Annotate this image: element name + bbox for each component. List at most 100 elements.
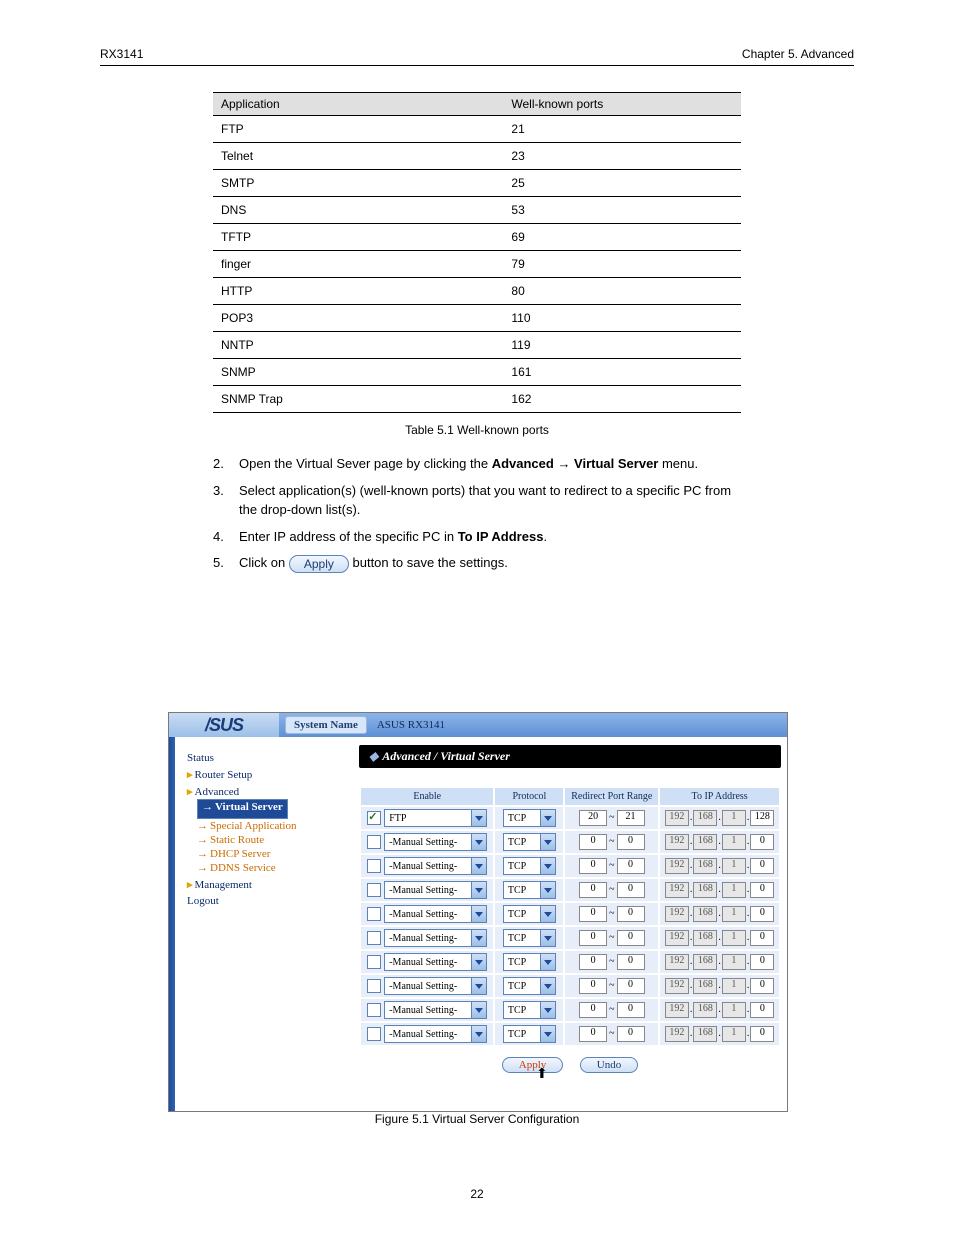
ip-octet-3: 1 [722,882,746,898]
router-screenshot: /SUS System Name ASUS RX3141 Status ▸Rou… [168,712,788,1112]
ip-octet-4[interactable]: 0 [750,834,774,850]
port-from-input[interactable]: 0 [579,978,607,994]
port-to-input[interactable]: 0 [617,954,645,970]
protocol-select[interactable]: TCP [503,929,556,947]
nav-virtual-server[interactable]: →Virtual Server [197,799,288,819]
port-from-input[interactable]: 0 [579,882,607,898]
enable-checkbox[interactable] [367,811,381,825]
nav-management[interactable]: ▸Management [187,877,343,892]
table-row: -Manual Setting-TCP0~0192.168.1.0 [361,975,779,997]
col-application: Application [213,93,503,116]
application-select[interactable]: -Manual Setting- [384,905,487,923]
nav-advanced[interactable]: ▸Advanced [187,784,343,799]
enable-checkbox[interactable] [367,883,381,897]
ip-octet-4[interactable]: 0 [750,906,774,922]
application-select[interactable]: FTP [384,809,487,827]
nav-router-setup[interactable]: ▸Router Setup [187,767,343,782]
ip-octet-4[interactable]: 0 [750,1026,774,1042]
virtual-server-grid: Enable Protocol Redirect Port Range To I… [359,786,781,1047]
nav-ddns-service[interactable]: →DDNS Service [197,861,343,875]
apply-button[interactable]: Apply [502,1057,564,1073]
chapter-title: Chapter 5. Advanced [742,47,854,61]
tilde: ~ [607,884,616,895]
port-to-input[interactable]: 0 [617,1002,645,1018]
port-to-input[interactable]: 0 [617,882,645,898]
apply-button-image: Apply [289,555,349,574]
protocol-select[interactable]: TCP [503,857,556,875]
table-row: -Manual Setting-TCP0~0192.168.1.0 [361,855,779,877]
nav-status[interactable]: Status [187,751,343,765]
ip-octet-3: 1 [722,930,746,946]
tilde: ~ [607,836,616,847]
app-cell: SNMP [213,359,503,386]
ip-octet-4[interactable]: 0 [750,1002,774,1018]
protocol-select[interactable]: TCP [503,953,556,971]
enable-checkbox[interactable] [367,979,381,993]
port-to-input[interactable]: 0 [617,834,645,850]
table-row: -Manual Setting-TCP0~0192.168.1.0 [361,999,779,1021]
port-to-input[interactable]: 0 [617,906,645,922]
enable-checkbox[interactable] [367,1027,381,1041]
application-select[interactable]: -Manual Setting- [384,1025,487,1043]
protocol-select[interactable]: TCP [503,977,556,995]
application-select[interactable]: -Manual Setting- [384,833,487,851]
table-row: -Manual Setting-TCP0~0192.168.1.0 [361,903,779,925]
chevron-down-icon [471,858,486,874]
port-to-input[interactable]: 0 [617,978,645,994]
ip-octet-1: 192 [665,954,689,970]
protocol-select[interactable]: TCP [503,1001,556,1019]
protocol-select[interactable]: TCP [503,881,556,899]
application-select[interactable]: -Manual Setting- [384,1001,487,1019]
enable-checkbox[interactable] [367,907,381,921]
table-row: -Manual Setting-TCP0~0192.168.1.0 [361,879,779,901]
port-from-input[interactable]: 0 [579,906,607,922]
port-from-input[interactable]: 20 [579,810,607,826]
port-to-input[interactable]: 0 [617,1026,645,1042]
port-from-input[interactable]: 0 [579,954,607,970]
protocol-select[interactable]: TCP [503,833,556,851]
chevron-down-icon [540,906,555,922]
enable-checkbox[interactable] [367,859,381,873]
enable-checkbox[interactable] [367,835,381,849]
ip-octet-4[interactable]: 0 [750,882,774,898]
page-number: 22 [0,1187,954,1201]
step-number: 3. [213,482,239,520]
port-from-input[interactable]: 0 [579,1002,607,1018]
application-select[interactable]: -Manual Setting- [384,953,487,971]
port-cell: 110 [503,305,741,332]
col-to-ip: To IP Address [660,788,779,805]
ip-octet-4[interactable]: 0 [750,858,774,874]
chevron-down-icon [471,810,486,826]
nav-static-route[interactable]: →Static Route [197,833,343,847]
application-select[interactable]: -Manual Setting- [384,977,487,995]
application-select[interactable]: -Manual Setting- [384,929,487,947]
ip-octet-2: 168 [693,810,717,826]
nav-special-application[interactable]: →Special Application [197,819,343,833]
protocol-select[interactable]: TCP [503,809,556,827]
port-from-input[interactable]: 0 [579,834,607,850]
protocol-select[interactable]: TCP [503,905,556,923]
nav-logout[interactable]: Logout [187,894,343,908]
nav-dhcp-server[interactable]: →DHCP Server [197,847,343,861]
port-to-input[interactable]: 0 [617,930,645,946]
undo-button[interactable]: Undo [580,1057,638,1073]
port-to-input[interactable]: 21 [617,810,645,826]
port-to-input[interactable]: 0 [617,858,645,874]
port-cell: 69 [503,224,741,251]
port-from-input[interactable]: 0 [579,930,607,946]
ip-octet-1: 192 [665,810,689,826]
application-select[interactable]: -Manual Setting- [384,881,487,899]
port-from-input[interactable]: 0 [579,1026,607,1042]
ip-octet-4[interactable]: 0 [750,954,774,970]
enable-checkbox[interactable] [367,1003,381,1017]
ip-octet-2: 168 [693,834,717,850]
port-from-input[interactable]: 0 [579,858,607,874]
tilde: ~ [607,1028,616,1039]
ip-octet-4[interactable]: 0 [750,978,774,994]
application-select[interactable]: -Manual Setting- [384,857,487,875]
enable-checkbox[interactable] [367,955,381,969]
ip-octet-4[interactable]: 0 [750,930,774,946]
ip-octet-4[interactable]: 128 [750,810,774,826]
enable-checkbox[interactable] [367,931,381,945]
protocol-select[interactable]: TCP [503,1025,556,1043]
